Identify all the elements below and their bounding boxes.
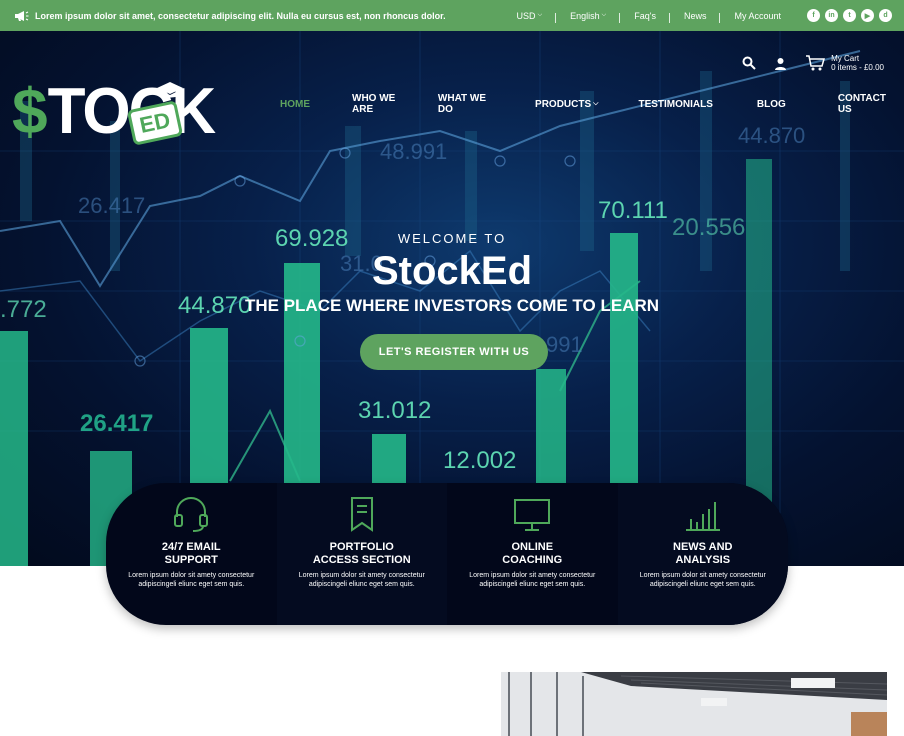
headset-icon [174, 497, 209, 532]
feature-title: PORTFOLIO [329, 541, 394, 553]
feature-title: NEWS AND [673, 541, 733, 553]
chevron-down-icon: ⌵ [593, 100, 599, 107]
hero-brand: StockEd [371, 249, 533, 293]
svg-text:44.870: 44.870 [738, 123, 805, 148]
svg-text:26.417: 26.417 [78, 193, 145, 218]
faqs-link[interactable]: Faq's [620, 11, 670, 23]
nav-blog[interactable]: BLOG [725, 99, 798, 110]
svg-text:991: 991 [546, 332, 583, 357]
nav-what-we-do[interactable]: WHAT WE DO [420, 93, 505, 115]
feature-title: ACCESS SECTION [312, 554, 411, 566]
promo-text: Lorem ipsum dolor sit amet, consectetur … [35, 10, 446, 21]
graduation-cap-icon [157, 82, 183, 98]
promo: Lorem ipsum dolor sit amet, consectetur … [14, 0, 446, 31]
feature-title: COACHING [502, 554, 563, 566]
nav-contact-us[interactable]: CONTACT US [798, 93, 904, 115]
currency-select[interactable]: USD ⌵ [503, 10, 557, 23]
office-photo [501, 672, 887, 736]
twitter-icon[interactable]: t [843, 9, 856, 22]
feature-title: SUPPORT [164, 554, 218, 566]
features-strip: 24/7 EMAIL SUPPORT Lorem ipsum dolor sit … [106, 483, 788, 625]
hero-tagline: THE PLACE WHERE INVESTORS COME TO LEARN [244, 296, 660, 315]
feature-title: ONLINE [511, 541, 554, 553]
top-links: USD ⌵ English ⌵ Faq's News My Account f in… [503, 0, 892, 31]
feature-title: ANALYSIS [675, 554, 731, 566]
feature-desc: Lorem ipsum dolor sit amety consectetur … [298, 572, 425, 588]
cart-summary: 0 items - £0.00 [831, 63, 884, 72]
svg-text:26.417: 26.417 [80, 410, 153, 437]
nav-products[interactable]: PRODUCTS ⌵ [505, 99, 610, 110]
feature-desc: Lorem ipsum dolor sit amety consectetur … [128, 572, 255, 588]
nav-testimonials[interactable]: TESTIMONIALS [610, 99, 724, 110]
register-button[interactable]: LET'S REGISTER WITH US [360, 334, 548, 370]
nav-who-we-are[interactable]: WHO WE ARE [322, 93, 420, 115]
office-photo-image [501, 672, 887, 736]
main-nav: HOME WHO WE ARE WHAT WE DO PRODUCTS ⌵ TES… [268, 93, 904, 115]
my-account-link[interactable]: My Account [720, 11, 795, 21]
news-link[interactable]: News [670, 11, 721, 23]
feature-email-support[interactable]: 24/7 EMAIL SUPPORT Lorem ipsum dolor sit … [106, 483, 277, 625]
cart-title: My Cart [831, 54, 860, 63]
discord-icon[interactable]: d [879, 9, 892, 22]
feature-desc: Lorem ipsum dolor sit amety consectetur … [639, 572, 766, 588]
bookmark-icon [350, 497, 373, 532]
linkedin-icon[interactable]: in [825, 9, 838, 22]
language-label: English [570, 10, 600, 21]
monitor-icon [514, 499, 551, 531]
currency-label: USD [516, 10, 536, 21]
user-icon[interactable] [774, 57, 787, 70]
header-icons: My Cart 0 items - £0.00 [742, 54, 884, 72]
language-select[interactable]: English ⌵ [556, 10, 621, 23]
site-logo[interactable]: $ TOCK ED [12, 75, 216, 147]
svg-text:12.002: 12.002 [443, 447, 516, 474]
nav-products-label: PRODUCTS [535, 98, 592, 110]
youtube-icon[interactable]: ▶ [861, 9, 874, 22]
chevron-down-icon: ⌵ [537, 12, 543, 18]
bar-chart-icon [685, 502, 720, 531]
shopping-cart-icon [806, 55, 826, 71]
feature-news-analysis[interactable]: NEWS AND ANALYSIS Lorem ipsum dolor sit a… [617, 483, 788, 625]
feature-online-coaching[interactable]: ONLINE COACHING Lorem ipsum dolor sit ame… [447, 483, 618, 625]
svg-text:70.111: 70.111 [598, 197, 668, 224]
feature-title: 24/7 EMAIL [161, 541, 221, 553]
search-icon[interactable] [742, 56, 756, 70]
feature-desc: Lorem ipsum dolor sit amety consectetur … [469, 572, 596, 588]
cart[interactable]: My Cart 0 items - £0.00 [805, 54, 884, 72]
social-links: f in t ▶ d [807, 9, 892, 22]
hero-text: WELCOME TO StockEd THE PLACE WHERE INVES… [0, 231, 904, 316]
chevron-down-icon: ⌵ [601, 12, 607, 18]
svg-text:48.991: 48.991 [380, 139, 447, 164]
svg-text:31.012: 31.012 [358, 397, 431, 424]
megaphone-icon [15, 10, 29, 21]
feature-portfolio-access[interactable]: PORTFOLIO ACCESS SECTION Lorem ipsum dolo… [276, 483, 447, 625]
facebook-icon[interactable]: f [807, 9, 820, 22]
logo-dollar: $ [12, 75, 48, 147]
top-bar: Lorem ipsum dolor sit amet, consectetur … [0, 0, 904, 31]
hero-welcome: WELCOME TO [397, 231, 507, 246]
nav-home[interactable]: HOME [268, 99, 322, 110]
